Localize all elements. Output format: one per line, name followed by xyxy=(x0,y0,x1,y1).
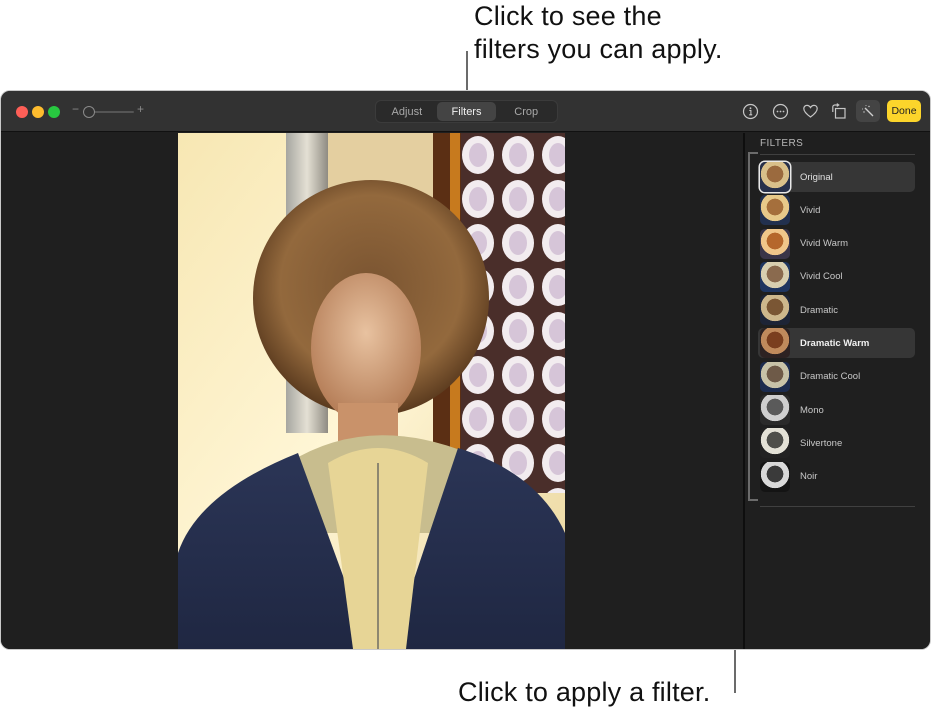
photo-preview[interactable] xyxy=(178,133,565,649)
zoom-slider-knob[interactable] xyxy=(83,106,95,118)
filter-silvertone[interactable]: Silvertone xyxy=(758,428,915,459)
filter-label: Vivid Warm xyxy=(800,238,849,250)
filter-thumbnail xyxy=(760,395,790,426)
filter-vivid[interactable]: Vivid xyxy=(758,195,915,226)
tab-filters[interactable]: Filters xyxy=(436,102,497,121)
filter-thumbnail xyxy=(760,195,790,226)
callout-apply-filter: Click to apply a filter. xyxy=(458,677,711,707)
filter-dramatic-warm[interactable]: Dramatic Warm xyxy=(758,328,915,359)
filter-noir[interactable]: Noir xyxy=(758,461,915,492)
sidebar-top-rule xyxy=(760,154,915,155)
filter-label: Silvertone xyxy=(800,437,843,449)
filter-vivid-warm[interactable]: Vivid Warm xyxy=(758,228,915,259)
filter-list: Original Vivid Vivid Warm Vivid Cool Dra… xyxy=(758,162,915,495)
filter-label: Dramatic Cool xyxy=(800,371,861,383)
close-button[interactable] xyxy=(16,106,28,118)
zoom-out-icon[interactable]: − xyxy=(72,102,79,116)
filter-label: Noir xyxy=(800,471,818,483)
filter-label: Dramatic Warm xyxy=(800,337,870,349)
filter-thumbnail xyxy=(760,228,790,259)
toolbar: − + Adjust Filters Crop Done xyxy=(1,91,930,132)
tab-adjust[interactable]: Adjust xyxy=(377,102,437,121)
photo-canvas xyxy=(1,133,743,649)
callout-bracket-vertical xyxy=(748,152,750,501)
filter-label: Mono xyxy=(800,404,824,416)
photos-edit-window: − + Adjust Filters Crop Done FILTERS Ori… xyxy=(1,91,930,649)
sidebar-bottom-rule xyxy=(760,506,915,507)
filter-label: Dramatic xyxy=(800,304,839,316)
filter-thumbnail xyxy=(760,361,790,392)
filter-dramatic[interactable]: Dramatic xyxy=(758,295,915,326)
favorite-heart-icon[interactable] xyxy=(802,103,819,120)
filter-thumbnail xyxy=(760,328,790,359)
magic-wand-icon xyxy=(862,105,874,117)
filter-label: Vivid Cool xyxy=(800,271,843,283)
rotate-icon[interactable] xyxy=(830,103,847,120)
more-icon[interactable] xyxy=(772,103,789,120)
filter-thumbnail xyxy=(760,162,790,192)
filter-thumbnail xyxy=(760,295,790,326)
filter-original[interactable]: Original xyxy=(758,162,915,192)
filter-thumbnail xyxy=(760,428,790,459)
callout-bracket-top xyxy=(748,152,758,154)
filter-thumbnail xyxy=(760,261,790,292)
filter-label: Original xyxy=(800,171,833,183)
zoom-in-icon[interactable]: + xyxy=(137,102,144,116)
filters-heading: FILTERS xyxy=(760,138,804,149)
callout-top-line-1: Click to see the xyxy=(474,1,662,31)
info-icon[interactable] xyxy=(742,103,759,120)
filter-mono[interactable]: Mono xyxy=(758,395,915,426)
fullscreen-button[interactable] xyxy=(48,106,60,118)
tab-crop[interactable]: Crop xyxy=(496,102,556,121)
done-button[interactable]: Done xyxy=(887,100,921,122)
filter-vivid-cool[interactable]: Vivid Cool xyxy=(758,261,915,292)
minimize-button[interactable] xyxy=(32,106,44,118)
callout-top-line-2: filters you can apply. xyxy=(474,34,723,64)
callout-filters-tab: Click to see the filters you can apply. xyxy=(474,0,723,66)
edit-mode-tabs: Adjust Filters Crop xyxy=(375,100,558,123)
portrait-photo xyxy=(178,133,565,649)
filter-dramatic-cool[interactable]: Dramatic Cool xyxy=(758,361,915,392)
callout-bracket-bottom xyxy=(748,499,758,501)
filters-sidebar: FILTERS Original Vivid Vivid Warm Vivid … xyxy=(745,133,930,649)
filter-thumbnail xyxy=(760,461,790,492)
filter-label: Vivid xyxy=(800,204,821,216)
auto-enhance-button[interactable] xyxy=(856,100,880,122)
